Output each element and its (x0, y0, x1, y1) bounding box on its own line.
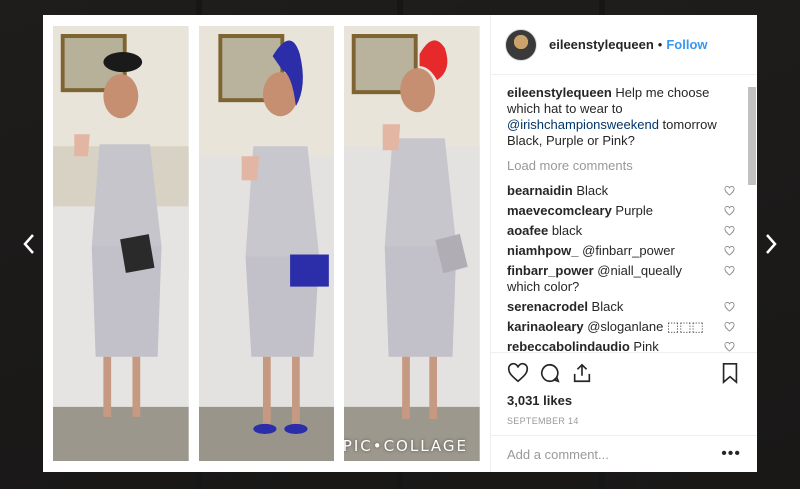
post-header: eileenstylequeen • Follow (491, 15, 757, 75)
comment-item: bearnaidin Black (507, 182, 741, 200)
comment-body: @finbarr_power (578, 243, 675, 258)
share-icon[interactable] (571, 362, 593, 384)
collage-photo-pink-hat: PIC•COLLAGE (344, 26, 481, 461)
collage-photo-purple-hat (198, 26, 335, 461)
comment-text: rebeccabolindaudio Pink (507, 339, 707, 352)
comment-text: aoafee black (507, 223, 707, 239)
comment-username[interactable]: bearnaidin (507, 183, 573, 198)
collage-photo-black-hat (53, 26, 189, 461)
comment-like-heart-icon[interactable] (724, 266, 735, 276)
post-sidebar: eileenstylequeen • Follow eileenstyleque… (490, 15, 757, 472)
caption-mention[interactable]: @irishchampionsweekend (507, 117, 659, 132)
post-caption: eileenstylequeen Help me choose which ha… (507, 85, 741, 149)
comment-like-heart-icon[interactable] (724, 206, 735, 216)
comment-text: maevecomcleary Purple (507, 203, 707, 219)
add-comment-bar: ••• (491, 435, 757, 472)
like-count[interactable]: 3,031 likes (507, 393, 741, 408)
comment-username[interactable]: niamhpow_ (507, 243, 579, 258)
comment-item: rebeccabolindaudio Pink (507, 338, 741, 352)
post-date[interactable]: SEPTEMBER 14 (507, 416, 741, 426)
comment-like-heart-icon[interactable] (724, 246, 735, 256)
comments-list[interactable]: eileenstylequeen Help me choose which ha… (491, 75, 757, 352)
comment-username[interactable]: karinaoleary (507, 319, 584, 334)
comment-like-heart-icon[interactable] (724, 226, 735, 236)
post-author-username[interactable]: eileenstylequeen (549, 37, 654, 52)
comment-body: Purple (611, 203, 654, 218)
comment-username[interactable]: finbarr_power (507, 263, 594, 278)
comment-like-heart-icon[interactable] (724, 342, 735, 352)
comment-body: black (548, 223, 583, 238)
comment-text: bearnaidin Black (507, 183, 707, 199)
comment-like-heart-icon[interactable] (724, 302, 735, 312)
comment-username[interactable]: rebeccabolindaudio (507, 339, 630, 352)
chevron-right-icon (766, 234, 777, 254)
comment-username[interactable]: maevecomcleary (507, 203, 612, 218)
comment-item: serenacrodel Black (507, 298, 741, 316)
header-separator: • (657, 37, 663, 52)
comment-text: serenacrodel Black (507, 299, 707, 315)
collage-watermark: PIC•COLLAGE (344, 437, 469, 455)
post-modal: PIC•COLLAGE eileenstylequeen • Follow ei… (43, 15, 757, 472)
comment-text: finbarr_power @niall_queally which color… (507, 263, 707, 295)
comment-icon[interactable] (539, 362, 561, 384)
comment-body: Black (587, 299, 624, 314)
post-image-collage[interactable]: PIC•COLLAGE (43, 15, 490, 472)
heart-icon[interactable] (507, 362, 529, 384)
post-actions: 3,031 likes SEPTEMBER 14 (491, 352, 757, 435)
comment-text: niamhpow_ @finbarr_power (507, 243, 707, 259)
comment-item: aoafee black (507, 222, 741, 240)
load-more-comments-button[interactable]: Load more comments (507, 158, 741, 173)
comment-like-heart-icon[interactable] (724, 322, 735, 332)
caption-username[interactable]: eileenstylequeen (507, 85, 612, 100)
comment-body: Black (572, 183, 609, 198)
comment-input[interactable] (507, 446, 697, 462)
comment-body: Pink (629, 339, 659, 352)
more-options-button[interactable]: ••• (721, 445, 741, 463)
comment-text: karinaoleary @sloganlane ⬚⬚⬚ (507, 319, 707, 335)
follow-button[interactable]: Follow (666, 37, 707, 52)
comments-scrollbar[interactable] (746, 85, 756, 352)
previous-post-button[interactable] (18, 232, 40, 256)
comment-item: niamhpow_ @finbarr_power (507, 242, 741, 260)
comment-username[interactable]: aoafee (507, 223, 548, 238)
comment-username[interactable]: serenacrodel (507, 299, 588, 314)
avatar[interactable] (505, 28, 537, 61)
next-post-button[interactable] (760, 232, 782, 256)
scrollbar-thumb[interactable] (748, 87, 756, 185)
comment-like-heart-icon[interactable] (724, 186, 735, 196)
comment-body: @sloganlane ⬚⬚⬚ (583, 319, 704, 334)
chevron-left-icon (23, 234, 34, 254)
comment-item: maevecomcleary Purple (507, 202, 741, 220)
comment-item: finbarr_power @niall_queally which color… (507, 262, 741, 296)
bookmark-icon[interactable] (719, 362, 741, 384)
comment-item: karinaoleary @sloganlane ⬚⬚⬚ (507, 318, 741, 336)
